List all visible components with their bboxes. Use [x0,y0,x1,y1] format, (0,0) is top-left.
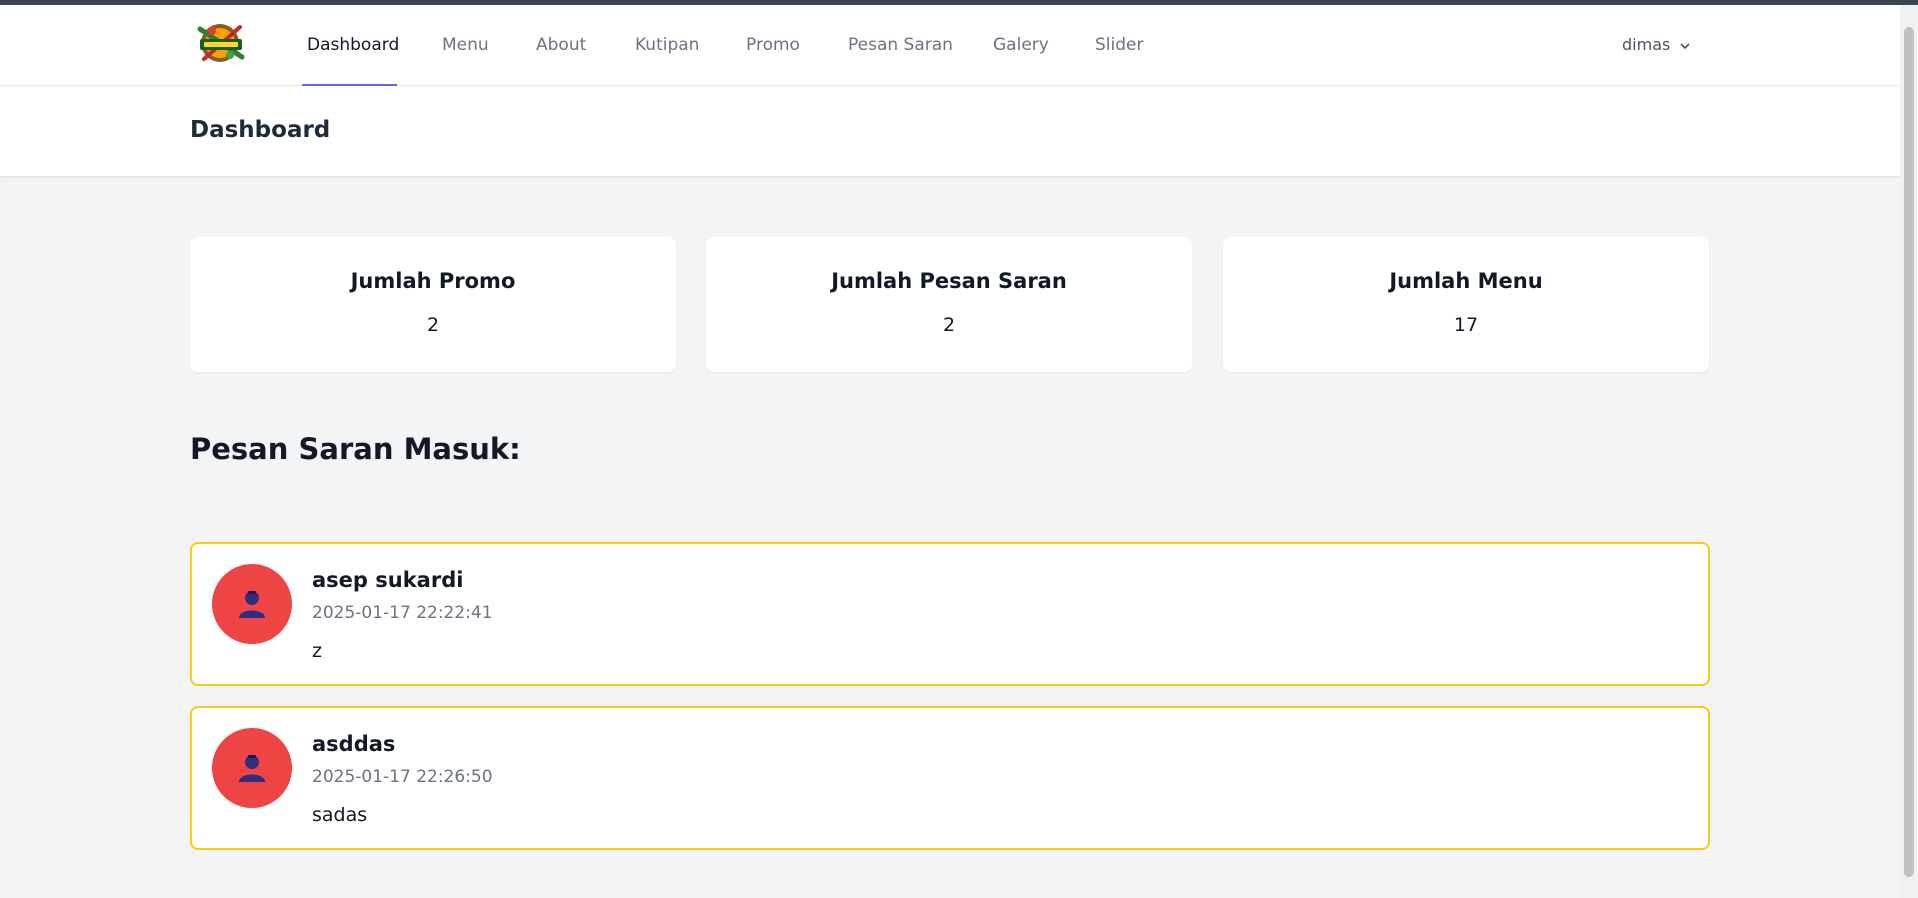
user-icon [239,591,265,618]
page-title: Dashboard [190,117,331,143]
page-header: Dashboard [0,86,1900,176]
stat-value: 17 [1453,314,1479,336]
brand-logo[interactable] [190,17,252,69]
nav-menu[interactable]: Menu [442,5,489,85]
stat-title: Jumlah Menu [1389,269,1543,293]
stat-card-menu: Jumlah Menu 17 [1223,237,1709,372]
nav-about[interactable]: About [536,5,586,85]
avatar [212,728,292,808]
message-sender: asddas [312,732,396,756]
message-text: z [312,640,322,662]
top-navbar: Dashboard Menu About Kutipan Promo Pesan… [0,5,1900,86]
chevron-down-icon [1681,43,1690,49]
nav-dashboard[interactable]: Dashboard [307,5,399,85]
stat-value: 2 [426,314,440,336]
message-card: asep sukardi 2025-01-17 22:22:41 z [190,542,1710,686]
message-sender: asep sukardi [312,568,464,592]
stat-title: Jumlah Pesan Saran [831,269,1067,293]
user-dropdown[interactable]: dimas [1622,5,1691,85]
message-timestamp: 2025-01-17 22:26:50 [312,767,493,787]
nav-pesan-saran[interactable]: Pesan Saran [848,5,953,85]
stat-card-pesan-saran: Jumlah Pesan Saran 2 [706,237,1192,372]
stat-value: 2 [942,314,956,336]
stat-card-promo: Jumlah Promo 2 [190,237,676,372]
nav-slider[interactable]: Slider [1095,5,1143,85]
avatar [212,564,292,644]
nav-promo[interactable]: Promo [746,5,800,85]
section-title: Pesan Saran Masuk: [190,432,521,466]
scrollbar-thumb[interactable] [1904,27,1914,877]
nav-galery[interactable]: Galery [993,5,1049,85]
user-icon [239,755,265,782]
message-text: sadas [312,804,368,826]
nav-kutipan[interactable]: Kutipan [635,5,699,85]
page-scrollbar[interactable] [1900,5,1918,898]
message-card: asddas 2025-01-17 22:26:50 sadas [190,706,1710,850]
message-timestamp: 2025-01-17 22:22:41 [312,603,493,623]
stat-title: Jumlah Promo [350,269,516,293]
user-name: dimas [1622,35,1671,54]
